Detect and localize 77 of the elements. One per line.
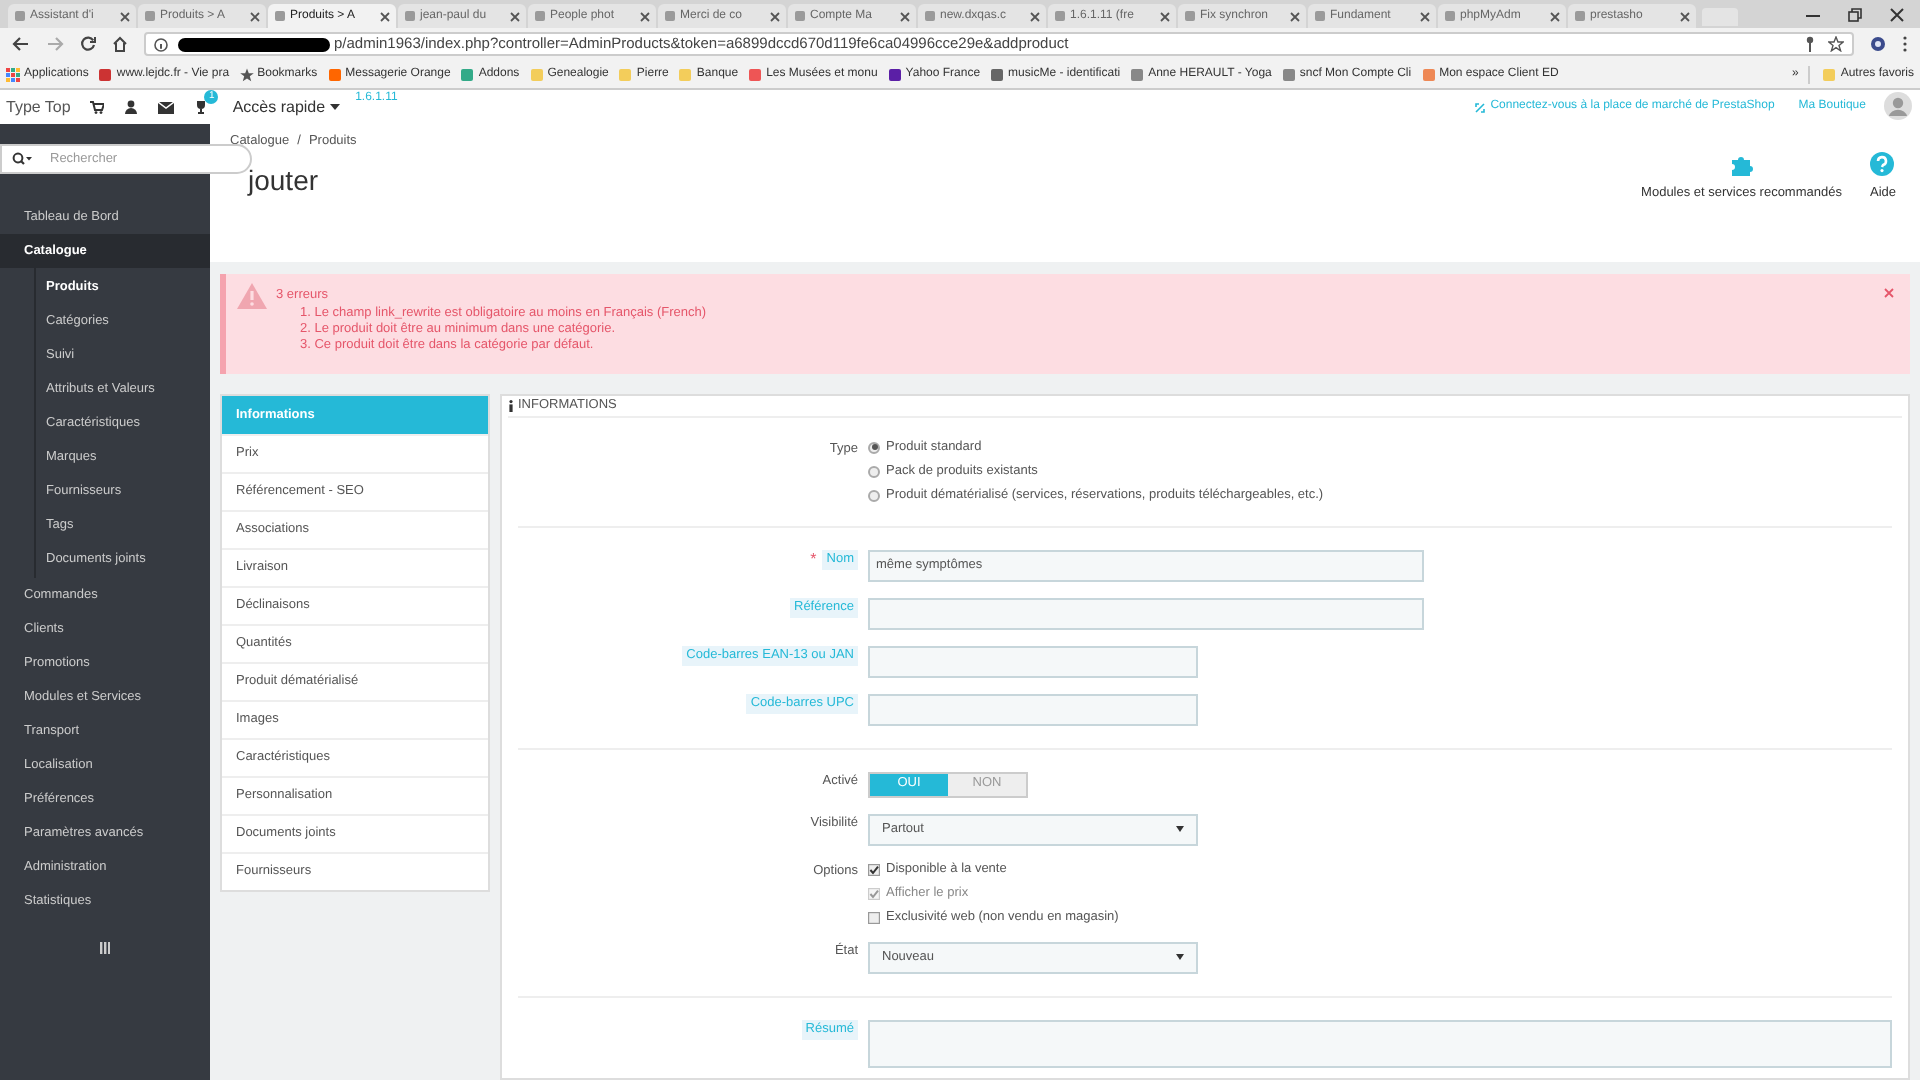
- radio-button[interactable]: [868, 465, 880, 478]
- close-icon[interactable]: [250, 11, 260, 21]
- page-icon: [924, 10, 936, 22]
- site-icon: [1130, 67, 1145, 81]
- key-icon: [1804, 36, 1816, 52]
- envelope-icon[interactable]: [158, 101, 175, 113]
- site-icon: [529, 67, 544, 81]
- text-field[interactable]: [868, 597, 1424, 630]
- shop-name[interactable]: Type Top: [6, 95, 71, 119]
- caret-icon: [329, 104, 340, 110]
- site-icon: [618, 67, 633, 81]
- text-field[interactable]: [868, 645, 1198, 678]
- caret-icon: [1176, 954, 1184, 961]
- person-icon[interactable]: [124, 100, 139, 114]
- link-icon: [1474, 101, 1487, 113]
- close-icon[interactable]: [1160, 11, 1170, 21]
- star-icon: [239, 67, 254, 81]
- site-icon: [98, 67, 113, 81]
- more-icon[interactable]: [1902, 36, 1908, 52]
- close-icon[interactable]: [510, 11, 520, 21]
- page-icon: [144, 10, 156, 22]
- page-icon: [274, 10, 286, 22]
- reload-icon[interactable]: [80, 36, 96, 52]
- close-icon[interactable]: [1420, 11, 1430, 21]
- site-icon: [327, 67, 342, 81]
- close-icon[interactable]: [1030, 11, 1040, 21]
- extension-icon[interactable]: [1870, 36, 1886, 52]
- text-field[interactable]: [868, 693, 1198, 726]
- close-icon[interactable]: [1290, 11, 1300, 21]
- site-icon: [460, 67, 475, 81]
- page-icon: [534, 10, 546, 22]
- checkbox[interactable]: [868, 863, 880, 876]
- close-icon[interactable]: [1890, 7, 1904, 21]
- close-icon[interactable]: [1550, 11, 1560, 21]
- quick-access-menu[interactable]: Accès rapide: [232, 95, 340, 119]
- trophy-icon[interactable]: [194, 100, 209, 114]
- info-icon: [508, 399, 514, 412]
- close-icon[interactable]: [1680, 11, 1690, 21]
- page-icon: [1314, 10, 1326, 22]
- page-icon: [14, 10, 26, 22]
- restore-icon[interactable]: [1848, 7, 1862, 21]
- radio-button[interactable]: [868, 489, 880, 502]
- caret-icon: [1176, 826, 1184, 833]
- site-icon: [990, 67, 1005, 81]
- collapse-icon[interactable]: [100, 942, 110, 954]
- warning-icon: [236, 282, 268, 310]
- close-icon[interactable]: [120, 11, 130, 21]
- help-icon: [1870, 152, 1895, 176]
- back-icon[interactable]: [12, 36, 30, 52]
- page-icon: [1184, 10, 1196, 22]
- close-icon[interactable]: [900, 11, 910, 21]
- radio-button[interactable]: [868, 441, 880, 454]
- required-mark: *: [810, 549, 817, 570]
- page-icon: [1574, 10, 1586, 22]
- info-icon: [154, 37, 168, 51]
- home-icon[interactable]: [112, 36, 128, 52]
- close-icon[interactable]: [640, 11, 650, 21]
- page-icon: [1444, 10, 1456, 22]
- site-icon: [1421, 67, 1436, 81]
- puzzle-icon: [1729, 152, 1754, 176]
- star-icon[interactable]: [1828, 36, 1844, 52]
- close-icon[interactable]: [380, 11, 390, 21]
- search-icon: [12, 152, 32, 166]
- page-icon: [664, 10, 676, 22]
- close-icon[interactable]: [770, 11, 780, 21]
- page-icon: [794, 10, 806, 22]
- page-icon: [404, 10, 416, 22]
- site-icon: [887, 67, 902, 81]
- avatar-icon[interactable]: [1884, 92, 1912, 120]
- cart-icon[interactable]: [90, 100, 105, 114]
- checkbox[interactable]: [868, 911, 880, 924]
- page-icon: [1054, 10, 1066, 22]
- grid-icon: [6, 67, 20, 81]
- folder-icon: [1822, 67, 1837, 81]
- site-icon: [678, 67, 693, 81]
- site-icon: [1281, 67, 1296, 81]
- site-icon: [748, 67, 763, 81]
